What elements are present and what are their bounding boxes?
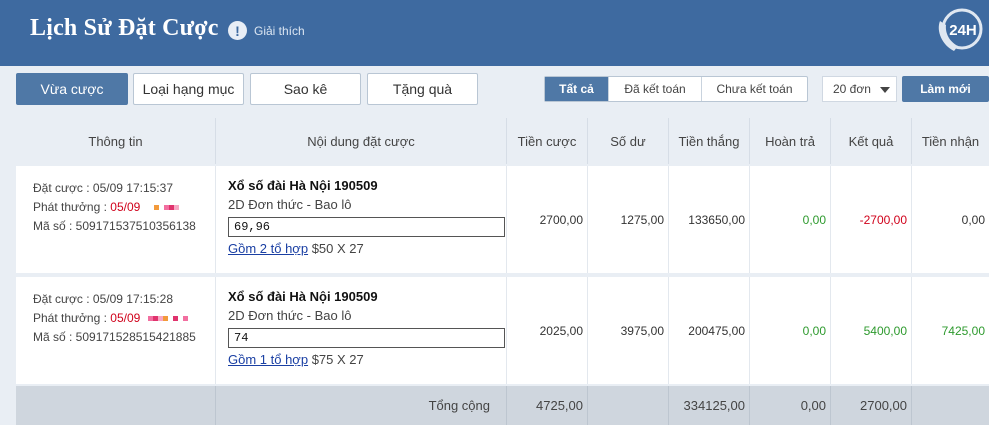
payout-date: 05/09 (110, 200, 141, 214)
page-header: Lịch Sử Đặt Cược ! Giải thích 24H (0, 0, 989, 66)
page-title: Lịch Sử Đặt Cược (30, 15, 219, 41)
payout-line: Phát thưởng : 05/09 (33, 309, 215, 328)
lottery-name: Xổ số đài Hà Nội 190509 (228, 289, 378, 304)
refresh-button[interactable]: Làm mới (902, 76, 989, 102)
combo-detail: $50 X 27 (308, 241, 364, 256)
toolbar: Vừa cược Loại hạng mục Sao kê Tặng quà T… (0, 66, 989, 111)
bet-numbers-field[interactable]: 74 (228, 328, 505, 348)
result-value: 5400,00 (831, 277, 912, 384)
bet-time: Đặt cược : 05/09 17:15:37 (33, 181, 173, 195)
balance-value: 1275,00 (588, 166, 669, 273)
total-winnings: 334125,00 (669, 386, 750, 425)
status-filter: Tất cả Đã kết toán Chưa kết toán (544, 76, 808, 102)
received-value: 0,00 (961, 212, 985, 227)
received-value: 7425,00 (941, 323, 985, 338)
support-badge-text: 24H (949, 22, 977, 39)
totals-label: Tổng cộng (216, 386, 507, 425)
total-balance (588, 386, 669, 425)
tab-recent-bets[interactable]: Vừa cược (16, 73, 128, 105)
filter-settled[interactable]: Đã kết toán (608, 77, 701, 101)
help-label: Giải thích (254, 23, 305, 38)
tab-category[interactable]: Loại hạng mục (133, 73, 244, 105)
col-content: Nội dung đặt cược (216, 118, 507, 164)
balance-value: 3975,00 (588, 277, 669, 384)
page-size-value: 20 đơn (833, 82, 871, 96)
table-header: Thông tin Nội dung đặt cược Tiền cược Số… (16, 118, 989, 164)
ticket-code: Mã số : 509171528515421885 (33, 330, 196, 344)
combo-link[interactable]: Gồm 2 tổ hợp (228, 241, 308, 256)
total-result: 2700,00 (831, 386, 912, 425)
table-row: Đặt cược : 05/09 17:15:37 Phát thưởng : … (16, 166, 989, 273)
redacted-mark (153, 200, 179, 214)
bet-content-cell: Xổ số đài Hà Nội 190509 2D Đơn thức - Ba… (216, 166, 507, 273)
caret-down-icon (880, 87, 890, 93)
total-received (912, 386, 989, 425)
combo-line: Gồm 2 tổ hợp $50 X 27 (228, 241, 506, 256)
table-row: Đặt cược : 05/09 17:15:28 Phát thưởng : … (16, 277, 989, 384)
combo-link[interactable]: Gồm 1 tổ hợp (228, 352, 308, 367)
total-stake: 4725,00 (507, 386, 588, 425)
help-link[interactable]: ! Giải thích (228, 21, 305, 40)
col-stake: Tiền cược (507, 118, 588, 164)
info-cell: Đặt cược : 05/09 17:15:37 Phát thưởng : … (16, 166, 216, 273)
totals-row: Tổng cộng 4725,00 334125,00 0,00 2700,00 (16, 386, 989, 425)
winnings-value: 200475,00 (669, 277, 750, 384)
combo-line: Gồm 1 tổ hợp $75 X 27 (228, 352, 506, 367)
refund-value: 0,00 (750, 277, 831, 384)
total-refund: 0,00 (750, 386, 831, 425)
winnings-value: 133650,00 (669, 166, 750, 273)
bet-content-cell: Xổ số đài Hà Nội 190509 2D Đơn thức - Ba… (216, 277, 507, 384)
totals-spacer (16, 386, 216, 425)
stake-value: 2700,00 (507, 166, 588, 273)
filter-all[interactable]: Tất cả (545, 77, 608, 101)
bet-time: Đặt cược : 05/09 17:15:28 (33, 292, 173, 306)
payout-label: Phát thưởng : (33, 200, 111, 214)
bet-history-table: Thông tin Nội dung đặt cược Tiền cược Số… (16, 118, 989, 164)
stake-value: 2025,00 (507, 277, 588, 384)
col-winnings: Tiền thắng (669, 118, 750, 164)
tab-gifts[interactable]: Tặng quà (367, 73, 478, 105)
col-refund: Hoàn trả (750, 118, 831, 164)
info-icon: ! (228, 21, 247, 40)
combo-detail: $75 X 27 (308, 352, 364, 367)
result-value: -2700,00 (831, 166, 912, 273)
support-24h-icon[interactable]: 24H (934, 5, 986, 57)
redacted-mark (147, 311, 188, 325)
payout-date: 05/09 (110, 311, 141, 325)
payout-label: Phát thưởng : (33, 311, 111, 325)
refund-value: 0,00 (750, 166, 831, 273)
col-info: Thông tin (16, 118, 216, 164)
col-balance: Số dư (588, 118, 669, 164)
info-cell: Đặt cược : 05/09 17:15:28 Phát thưởng : … (16, 277, 216, 384)
bet-type: 2D Đơn thức - Bao lô (228, 197, 352, 212)
payout-line: Phát thưởng : 05/09 (33, 198, 215, 217)
filter-unsettled[interactable]: Chưa kết toán (701, 77, 807, 101)
col-received: Tiền nhận (921, 133, 980, 149)
bet-numbers-field[interactable]: 69,96 (228, 217, 505, 237)
ticket-code: Mã số : 509171537510356138 (33, 219, 196, 233)
tab-statement[interactable]: Sao kê (250, 73, 361, 105)
bet-type: 2D Đơn thức - Bao lô (228, 308, 352, 323)
page-size-select[interactable]: 20 đơn (822, 76, 897, 102)
lottery-name: Xổ số đài Hà Nội 190509 (228, 178, 378, 193)
col-result: Kết quả (831, 118, 912, 164)
